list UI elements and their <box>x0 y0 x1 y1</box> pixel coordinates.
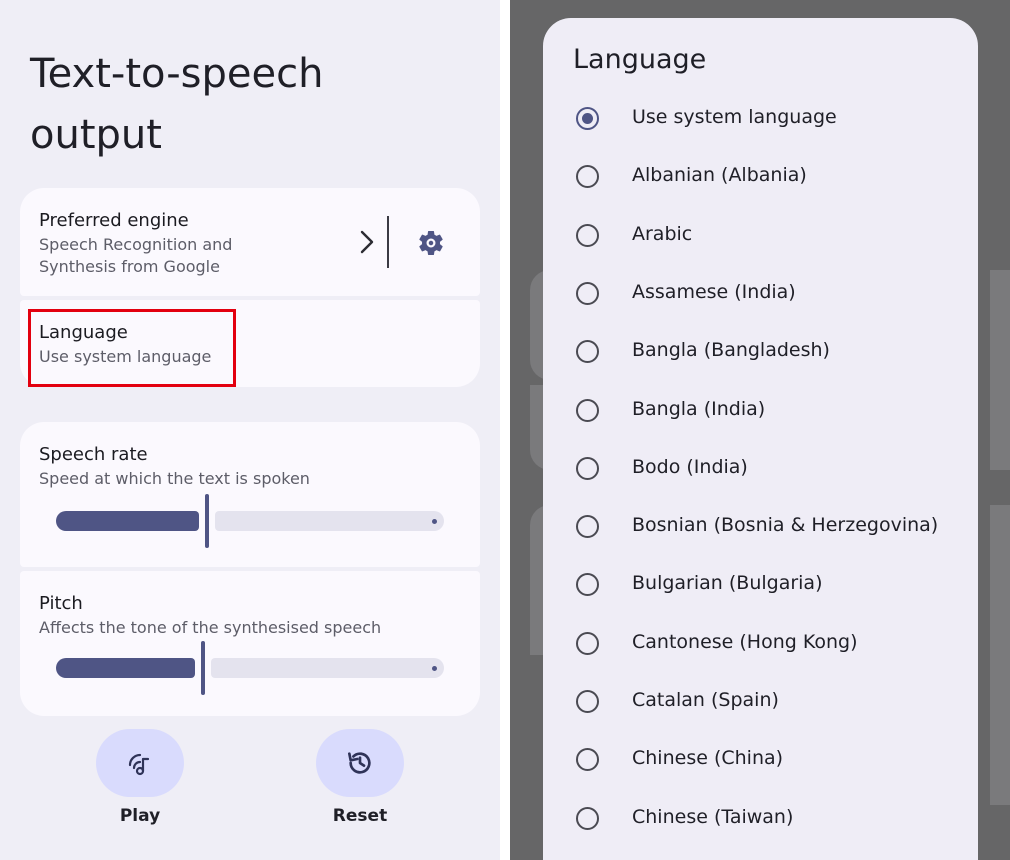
preferred-engine-row[interactable]: Preferred engine Speech Recognition and … <box>20 188 480 296</box>
radio-unselected-icon[interactable] <box>576 340 599 364</box>
language-option[interactable]: Albanian (Albania) <box>543 148 978 206</box>
language-dialog: Language Use system language Albanian (Al… <box>543 18 978 860</box>
radio-unselected-icon[interactable] <box>576 281 599 305</box>
language-option-label: Albanian (Albania) <box>632 164 807 187</box>
language-option[interactable]: Bangla (Bangladesh) <box>543 323 978 381</box>
language-option[interactable]: Catalan (Spain) <box>543 673 978 731</box>
page-title: Text-to-speech output <box>30 44 323 166</box>
language-option[interactable]: Bosnian (Bosnia & Herzegovina) <box>543 498 978 556</box>
language-option-label: Bangla (India) <box>632 397 766 420</box>
speech-rate-title: Speech rate <box>39 444 148 465</box>
language-option-label: Cantonese (Hong Kong) <box>632 630 858 653</box>
speech-rate-end-dot <box>432 518 437 524</box>
language-option-label: Arabic <box>632 222 693 245</box>
gear-icon[interactable] <box>416 228 446 258</box>
dialog-title: Language <box>573 44 707 75</box>
language-option-label: Catalan (Spain) <box>632 689 779 711</box>
radio-unselected-icon[interactable] <box>576 748 599 772</box>
play-label: Play <box>119 806 161 826</box>
language-option[interactable]: Cantonese (Hong Kong) <box>543 615 978 673</box>
screenshot-stage: Text-to-speech output Preferred engine S… <box>0 0 1010 860</box>
speech-rate-card: Speech rate Speed at which the text is s… <box>20 422 480 567</box>
preferred-engine-subtitle: Speech Recognition and Synthesis from Go… <box>39 234 232 278</box>
preferred-engine-subtitle-line2: Synthesis from Google <box>39 257 220 276</box>
background-card-hint <box>990 270 1010 470</box>
reset-button[interactable] <box>316 729 404 797</box>
radio-unselected-icon[interactable] <box>576 398 599 422</box>
radio-unselected-icon[interactable] <box>576 456 599 480</box>
page-title-line2: output <box>30 112 162 158</box>
language-highlight-box <box>28 309 236 387</box>
preferred-engine-subtitle-line1: Speech Recognition and <box>39 235 233 254</box>
speech-rate-track-active <box>56 511 199 531</box>
language-option-label: Bosnian (Bosnia & Herzegovina) <box>632 514 939 537</box>
language-option-label: Chinese (China) <box>632 747 784 770</box>
speech-rate-slider[interactable] <box>56 494 444 548</box>
tts-settings-screen: Text-to-speech output Preferred engine S… <box>0 0 500 860</box>
pitch-track-inactive <box>211 658 444 678</box>
language-option[interactable]: Use system language <box>543 90 978 148</box>
pitch-title: Pitch <box>39 593 83 614</box>
language-option-label: Bodo (India) <box>632 455 748 478</box>
language-option-label: Use system language <box>632 106 837 128</box>
language-option-label: Chinese (Taiwan) <box>632 805 794 828</box>
divider <box>387 216 389 268</box>
pitch-end-dot <box>432 665 437 671</box>
page-title-line1: Text-to-speech <box>30 51 324 97</box>
background-card-hint <box>990 505 1010 805</box>
language-option-label: Bulgarian (Bulgaria) <box>632 572 823 595</box>
speech-rate-subtitle: Speed at which the text is spoken <box>39 469 310 488</box>
radio-selected-icon[interactable] <box>576 107 599 130</box>
radio-unselected-icon[interactable] <box>576 165 599 189</box>
language-option[interactable]: Chinese (Taiwan) <box>543 790 978 848</box>
speech-rate-track-inactive <box>215 511 444 531</box>
radio-unselected-icon[interactable] <box>576 223 599 247</box>
language-option-label: Bangla (Bangladesh) <box>632 339 830 362</box>
radio-unselected-icon[interactable] <box>576 690 599 713</box>
play-speech-icon <box>128 753 150 776</box>
pitch-subtitle: Affects the tone of the synthesised spee… <box>39 618 382 637</box>
radio-unselected-icon[interactable] <box>576 515 599 539</box>
chevron-right-icon[interactable] <box>356 228 378 256</box>
radio-unselected-icon[interactable] <box>576 806 599 830</box>
language-option[interactable]: Assamese (India) <box>543 265 978 323</box>
language-option-label: Assamese (India) <box>632 280 796 303</box>
reset-label: Reset <box>332 806 388 826</box>
language-option[interactable]: Chinese (China) <box>543 731 978 789</box>
pitch-card: Pitch Affects the tone of the synthesise… <box>20 571 480 716</box>
language-option[interactable]: Bodo (India) <box>543 440 978 498</box>
radio-unselected-icon[interactable] <box>576 631 599 655</box>
radio-unselected-icon[interactable] <box>576 573 599 597</box>
preferred-engine-title: Preferred engine <box>39 210 189 231</box>
language-option[interactable]: Arabic <box>543 207 978 265</box>
pitch-thumb[interactable] <box>201 641 205 695</box>
play-button[interactable] <box>96 729 184 797</box>
history-icon <box>348 752 371 774</box>
language-option[interactable]: Bulgarian (Bulgaria) <box>543 556 978 614</box>
language-option[interactable]: Bangla (India) <box>543 382 978 440</box>
speech-rate-thumb[interactable] <box>205 494 209 548</box>
dimmed-background[interactable]: Language Use system language Albanian (Al… <box>510 0 1010 860</box>
pitch-track-active <box>56 658 195 678</box>
pitch-slider[interactable] <box>56 641 444 695</box>
